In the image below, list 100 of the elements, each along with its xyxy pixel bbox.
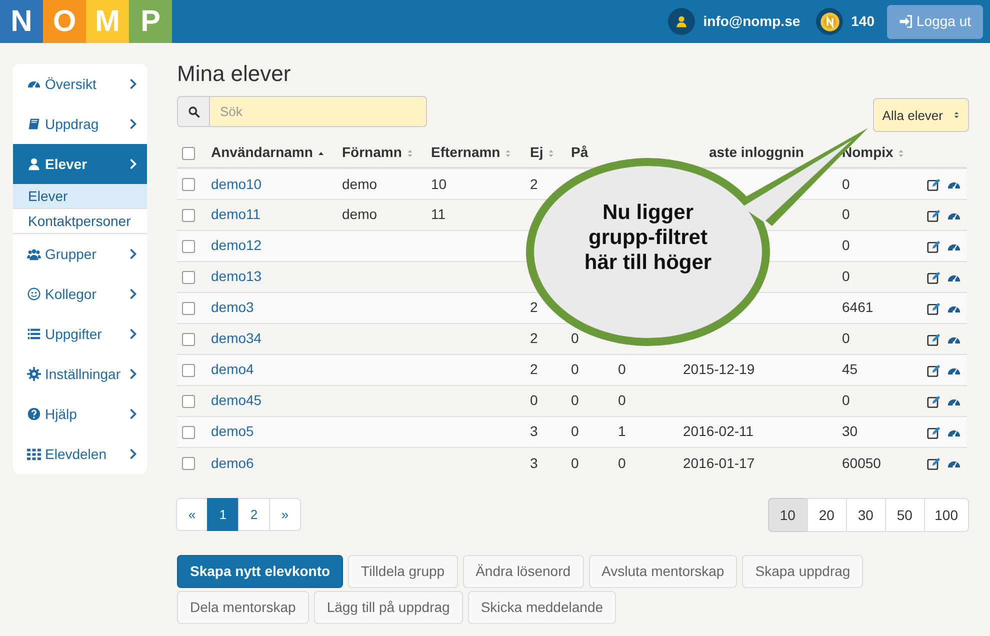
group-icon [27,247,41,261]
table-cell: 10 [431,176,447,192]
sidebar-item[interactable]: Uppdrag [13,104,147,144]
edit-icon [927,302,941,316]
page-size-button[interactable]: 50 [884,498,925,532]
table-cell: demo [342,206,378,222]
page-button[interactable]: 2 [238,498,270,532]
edit-icon [927,394,941,409]
row-checkbox[interactable] [182,457,195,470]
chevron-icon [127,447,139,461]
table-cell: 2 [530,330,538,346]
table-cell: 0 [842,268,850,284]
row-checkbox[interactable] [182,426,195,440]
table-cell: 6461 [842,299,874,316]
table-cell: 0 [571,361,579,378]
username-link[interactable]: demo4 [211,361,254,378]
sidebar-item[interactable]: Kollegor [13,274,147,314]
page-button[interactable]: » [269,498,301,532]
group-filter-dropdown[interactable]: Alla elever [873,98,969,132]
column-header[interactable]: Användarnamn [211,144,313,160]
table-cell: 0 [571,423,579,440]
page-button[interactable]: « [176,498,208,532]
row-checkbox[interactable] [182,395,195,408]
table-cell: 60050 [842,454,881,471]
action-button[interactable]: Dela mentorskap [177,591,309,624]
logo-letter: N [0,0,43,43]
table-cell: 2016-01-17 [683,454,755,471]
table-cell: 2 [530,176,538,192]
chevron-icon [127,287,139,301]
select-all-checkbox[interactable] [182,147,195,160]
row-checkbox[interactable] [182,364,195,378]
create-account-button[interactable]: Skapa nytt elevkonto [177,555,344,588]
page-size-button[interactable]: 100 [924,498,969,532]
sidebar-subitem[interactable]: Kontaktpersoner [13,209,147,234]
table-cell: 11 [431,206,446,222]
username-link[interactable]: demo5 [211,423,254,440]
settings-icon [27,367,41,381]
edit-icon [927,208,941,223]
row-checkbox[interactable] [182,209,195,222]
sidebar-item[interactable]: Elever [13,144,147,184]
column-header[interactable]: Ej [530,144,544,160]
chevron-icon [127,367,139,381]
row-checkbox[interactable] [182,271,195,284]
username-link[interactable]: demo45 [211,392,262,408]
coin-count: 140 [851,12,874,31]
edit-icon [927,364,941,378]
coin-icon [820,12,840,32]
column-header[interactable]: På [571,144,588,160]
column-header[interactable]: Efternamn [431,144,500,160]
sidebar-item[interactable]: Inställningar [13,354,147,394]
table-cell: 0 [842,176,850,192]
username-link[interactable]: demo6 [211,454,254,471]
sidebar-item[interactable]: Grupper [13,234,147,274]
table-cell: 2015-12-19 [683,361,755,378]
sidebar-item[interactable]: Elevdelen [13,434,147,474]
table-cell: 2016-02-11 [683,423,754,440]
grid-icon [27,447,41,461]
row-checkbox[interactable] [182,240,195,254]
user-icon [27,157,41,171]
page-size-button[interactable]: 20 [806,498,847,532]
row-checkbox[interactable] [182,333,195,346]
sidebar-subitem[interactable]: Elever [13,184,147,209]
username-link[interactable]: demo34 [211,330,262,346]
username-link[interactable]: demo13 [211,268,262,284]
table-cell: 0 [842,330,850,346]
page-button[interactable]: 1 [207,498,239,532]
action-button[interactable]: Tilldela grupp [348,555,458,588]
chevron-icon [127,157,139,171]
sidebar-item[interactable]: Uppgifter [13,314,147,354]
sidebar-item[interactable]: Översikt [13,64,147,104]
table-cell: 30 [842,423,858,440]
edit-icon [927,332,941,347]
table-cell: 0 [571,392,579,408]
edit-icon [927,456,941,471]
column-header[interactable]: Förnamn [342,144,402,160]
smiley-icon [27,287,41,301]
table-cell: 0 [618,361,626,378]
chevron-icon [127,327,139,341]
table-cell: demo [342,176,378,192]
action-button[interactable]: Avsluta mentorskap [588,555,738,588]
logo-letter: O [43,0,86,43]
username-link[interactable]: demo11 [211,206,261,222]
action-button[interactable]: Skicka meddelande [468,591,616,624]
sidebar-item[interactable]: Hjälp [13,394,147,434]
table-cell: 0 [530,392,538,408]
username-link[interactable]: demo3 [211,299,254,316]
action-button[interactable]: Ändra lösenord [462,555,584,588]
row-checkbox[interactable] [182,302,195,316]
row-checkbox[interactable] [182,178,195,192]
edit-icon [927,270,941,285]
table-cell: 1 [618,423,626,440]
column-header[interactable]: aste inloggnin [709,144,804,160]
table-cell: 3 [530,454,538,471]
table-cell: 0 [842,237,850,254]
page-size-button[interactable]: 10 [768,498,808,532]
page-size-button[interactable]: 30 [846,498,886,532]
action-button[interactable]: Skapa uppdrag [742,555,864,588]
table-cell: 0 [618,454,626,471]
chevron-icon [127,77,139,91]
action-button[interactable]: Lägg till på uppdrag [314,591,463,624]
